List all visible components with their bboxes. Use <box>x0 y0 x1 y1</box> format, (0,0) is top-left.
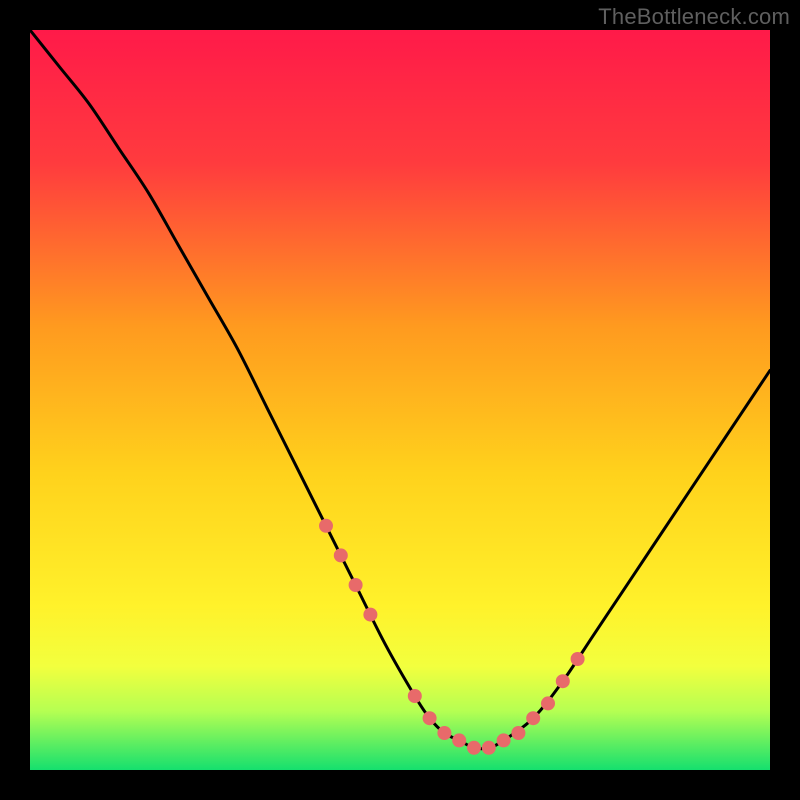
marker-point <box>511 726 525 740</box>
marker-point <box>437 726 451 740</box>
chart-frame <box>30 30 770 770</box>
marker-point <box>408 689 422 703</box>
marker-point <box>541 696 555 710</box>
marker-point <box>319 519 333 533</box>
marker-point <box>467 741 481 755</box>
marker-point <box>482 741 496 755</box>
marker-point <box>363 608 377 622</box>
marker-point <box>526 711 540 725</box>
marker-point <box>497 733 511 747</box>
marker-point <box>571 652 585 666</box>
marker-point <box>452 733 466 747</box>
gradient-background <box>30 30 770 770</box>
marker-point <box>423 711 437 725</box>
bottleneck-chart <box>30 30 770 770</box>
watermark-text: TheBottleneck.com <box>598 4 790 30</box>
marker-point <box>556 674 570 688</box>
marker-point <box>349 578 363 592</box>
marker-point <box>334 548 348 562</box>
